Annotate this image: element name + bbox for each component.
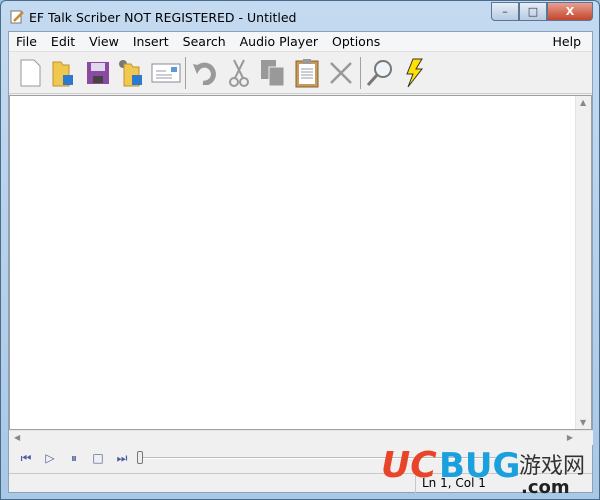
scroll-left-icon[interactable]: ◀: [14, 433, 20, 442]
menu-search[interactable]: Search: [176, 34, 233, 49]
close-button[interactable]: X: [547, 2, 593, 21]
menu-options[interactable]: Options: [325, 34, 387, 49]
open-folder-icon: [52, 61, 73, 86]
new-file-icon: [20, 59, 41, 86]
copy-button[interactable]: [256, 55, 290, 91]
save-button[interactable]: [81, 55, 115, 91]
scroll-down-icon[interactable]: ▼: [580, 418, 586, 427]
cut-icon: [229, 59, 249, 87]
lightning-icon: [406, 58, 424, 87]
skip-back-button[interactable]: ⏮: [14, 451, 38, 466]
open-audio-button[interactable]: [115, 55, 149, 91]
svg-text:UC: UC: [381, 445, 437, 486]
app-window: EF Talk Scriber NOT REGISTERED - Untitle…: [0, 0, 600, 500]
watermark-logo: UC BUG 游戏网 .com: [381, 445, 585, 496]
find-icon: [366, 59, 392, 86]
scroll-up-icon[interactable]: ▲: [580, 98, 586, 107]
toolbar: [9, 52, 592, 94]
toolbar-separator: [360, 56, 361, 89]
slider-thumb[interactable]: [137, 451, 143, 464]
toolbar-separator: [185, 56, 186, 89]
menu-edit[interactable]: Edit: [44, 34, 82, 49]
open-button[interactable]: [47, 55, 81, 91]
play-button[interactable]: ▷: [38, 451, 62, 465]
copy-icon: [261, 59, 285, 86]
paste-button[interactable]: [290, 55, 324, 91]
new-button[interactable]: [13, 55, 47, 91]
svg-text:BUG: BUG: [439, 446, 520, 486]
vertical-scrollbar[interactable]: ▲ ▼: [575, 96, 591, 429]
text-editor[interactable]: ▲ ▼ ◀ ▶: [9, 95, 593, 445]
stop-button[interactable]: □: [86, 451, 110, 465]
skip-forward-button[interactable]: ⏭: [110, 451, 134, 466]
cut-button[interactable]: [222, 55, 256, 91]
menu-help[interactable]: Help: [546, 34, 589, 49]
delete-icon: [330, 61, 352, 84]
app-icon: [10, 10, 24, 24]
undo-icon: [193, 62, 216, 85]
undo-button[interactable]: [188, 55, 222, 91]
open-audio-icon: [119, 59, 142, 86]
client-area: File Edit View Insert Search Audio Playe…: [8, 31, 593, 493]
menu-insert[interactable]: Insert: [126, 34, 176, 49]
paste-icon: [295, 58, 319, 87]
menu-audio-player[interactable]: Audio Player: [233, 34, 325, 49]
maximize-button[interactable]: □: [519, 2, 547, 21]
email-button[interactable]: [149, 55, 183, 91]
menu-view[interactable]: View: [82, 34, 126, 49]
svg-text:.com: .com: [521, 477, 570, 496]
find-button[interactable]: [363, 55, 397, 91]
menu-file[interactable]: File: [9, 34, 44, 49]
window-title: EF Talk Scriber NOT REGISTERED - Untitle…: [29, 9, 297, 25]
title-bar: EF Talk Scriber NOT REGISTERED - Untitle…: [9, 7, 296, 27]
email-icon: [151, 63, 181, 82]
lightning-button[interactable]: [397, 55, 431, 91]
svg-text:游戏网: 游戏网: [519, 454, 585, 479]
minimize-button[interactable]: –: [491, 2, 519, 21]
menu-bar: File Edit View Insert Search Audio Playe…: [9, 32, 592, 52]
save-icon: [87, 61, 109, 84]
pause-button[interactable]: ⏸: [62, 451, 86, 466]
delete-button[interactable]: [324, 55, 358, 91]
